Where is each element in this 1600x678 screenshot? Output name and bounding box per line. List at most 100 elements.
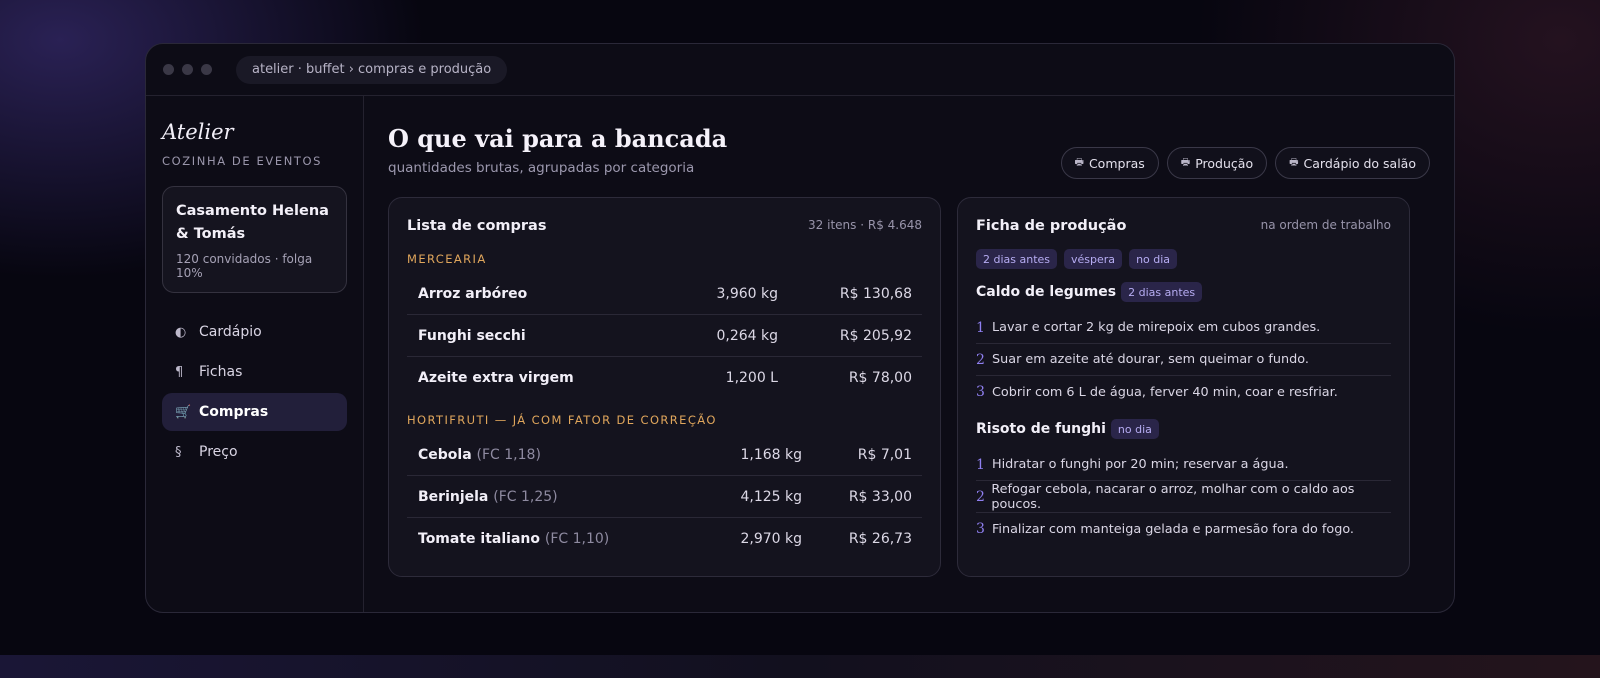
step-text: Cobrir com 6 L de água, ferver 40 min, c… — [992, 384, 1338, 400]
item-price: R$ 205,92 — [839, 327, 912, 344]
button-label: Cardápio do salão — [1303, 155, 1416, 171]
sidebar-nav: ◐ Cardápio ¶ Fichas 🛒 Compras § Preço — [162, 313, 347, 471]
recipe-steps: 1 Hidratar o funghi por 20 min; reservar… — [976, 449, 1391, 545]
production-sheet-title: Ficha de produção — [976, 218, 1127, 234]
recipe-name: Caldo de legumes — [976, 284, 1117, 300]
shopping-list-title: Lista de compras — [407, 218, 547, 234]
correction-factor: (FC 1,18) — [476, 446, 541, 463]
table-row[interactable]: Arroz arbóreo 3,960 kg R$ 130,68 — [407, 273, 922, 315]
event-name: Casamento Helena & Tomás — [176, 203, 329, 242]
item-name: Cebola (FC 1,18) — [418, 446, 541, 463]
item-quantity: 3,960 kg — [716, 285, 778, 302]
step-text: Refogar cebola, nacarar o arroz, molhar … — [991, 481, 1355, 512]
recipe-heading: Risoto de funghi no dia — [976, 418, 1391, 440]
item-price: R$ 78,00 — [848, 370, 912, 386]
category-items: Cebola (FC 1,18) 1,168 kg R$ 7,01 Berinj… — [407, 434, 922, 560]
print-producao-button[interactable]: 🖶 Produção — [1166, 147, 1268, 179]
recipe-steps: 1 Lavar e cortar 2 kg de mirepoix em cub… — [976, 312, 1391, 408]
recipe-heading: Caldo de legumes 2 dias antes — [976, 281, 1391, 303]
list-item: 2 Refogar cebola, nacarar o arroz, molha… — [976, 481, 1391, 513]
item-quantity: 4,125 kg — [740, 488, 802, 505]
event-meta: 120 convidados · folga 10% — [176, 252, 313, 280]
sidebar-item-label: Fichas — [199, 364, 243, 380]
shopping-list-summary: 32 itens · R$ 4.648 — [808, 218, 922, 232]
main-content: O que vai para a bancada quantidades bru… — [364, 96, 1454, 612]
printer-icon: 🖶 — [1289, 156, 1299, 168]
app-subtitle: COZINHA DE EVENTOS — [162, 154, 323, 168]
step-number: 1 — [976, 319, 985, 336]
step-number: 2 — [976, 351, 985, 368]
sidebar-item-fichas[interactable]: ¶ Fichas — [162, 353, 347, 391]
timing-tag: no dia — [1129, 249, 1178, 269]
step-number: 3 — [976, 521, 985, 537]
item-price: R$ 7,01 — [857, 446, 912, 463]
step-number: 2 — [976, 488, 985, 505]
recipe-block: Risoto de funghi no dia 1 Hidratar o fun… — [976, 418, 1391, 545]
breadcrumb: atelier · buffet › compras e produção — [236, 55, 508, 84]
sidebar-item-compras[interactable]: 🛒 Compras — [162, 393, 347, 431]
correction-factor: (FC 1,25) — [493, 488, 558, 505]
table-row[interactable]: Cebola (FC 1,18) 1,168 kg R$ 7,01 — [407, 434, 922, 476]
titlebar: atelier · buffet › compras e produção — [146, 44, 1454, 96]
table-row[interactable]: Funghi secchi 0,264 kg R$ 205,92 — [407, 315, 922, 357]
list-item: 1 Lavar e cortar 2 kg de mirepoix em cub… — [976, 312, 1391, 344]
sidebar-item-label: Cardápio — [199, 324, 262, 340]
printer-icon: 🖶 — [1074, 156, 1084, 168]
event-card[interactable]: Casamento Helena & Tomás 120 convidados … — [162, 186, 347, 293]
cart-icon: 🛒 — [175, 404, 192, 420]
step-text: Hidratar o funghi por 20 min; reservar a… — [992, 457, 1289, 472]
item-name: Berinjela (FC 1,25) — [418, 488, 558, 505]
app-window: atelier · buffet › compras e produção At… — [145, 43, 1455, 613]
item-quantity: 1,168 kg — [740, 446, 802, 463]
item-quantity: 0,264 kg — [716, 327, 778, 344]
table-row[interactable]: Tomate italiano (FC 1,10) 2,970 kg R$ 26… — [407, 518, 922, 560]
recipe-name: Risoto de funghi — [976, 421, 1106, 437]
sidebar-item-cardapio[interactable]: ◐ Cardápio — [162, 313, 347, 351]
page-subtitle: quantidades brutas, agrupadas por catego… — [388, 160, 695, 176]
table-row[interactable]: Azeite extra virgem 1,200 L R$ 78,00 — [407, 357, 922, 399]
window-minimize-dot[interactable] — [182, 64, 193, 75]
category-heading: HORTIFRUTI — JÁ COM FATOR DE CORREÇÃO — [407, 413, 717, 427]
timing-tag: véspera — [1064, 249, 1123, 269]
background-strip — [0, 655, 1600, 678]
timing-legend: 2 dias antes véspera no dia — [976, 249, 1178, 269]
item-name: Arroz arbóreo — [418, 285, 528, 302]
list-item: 2 Suar em azeite até dourar, sem queimar… — [976, 344, 1391, 376]
category-heading: MERCEARIA — [407, 252, 487, 266]
item-name: Azeite extra virgem — [418, 370, 574, 386]
section-sign-icon: § — [175, 444, 182, 460]
print-cardapio-salao-button[interactable]: 🖶 Cardápio do salão — [1275, 147, 1430, 179]
window-close-dot[interactable] — [163, 64, 174, 75]
step-text: Finalizar com manteiga gelada e parmesão… — [992, 521, 1354, 537]
step-number: 1 — [976, 456, 985, 473]
item-quantity: 2,970 kg — [740, 531, 802, 547]
window-maximize-dot[interactable] — [201, 64, 212, 75]
printer-icon: 🖶 — [1180, 156, 1191, 168]
list-item: 3 Cobrir com 6 L de água, ferver 40 min,… — [976, 376, 1391, 408]
page-title: O que vai para a bancada — [388, 124, 728, 153]
shopping-list-card: Lista de compras 32 itens · R$ 4.648 MER… — [388, 197, 941, 577]
timing-tag: 2 dias antes — [1121, 282, 1203, 302]
item-name: Funghi secchi — [418, 327, 526, 344]
category-items: Arroz arbóreo 3,960 kg R$ 130,68 Funghi … — [407, 273, 922, 399]
item-name: Tomate italiano (FC 1,10) — [418, 531, 610, 547]
item-quantity: 1,200 L — [725, 370, 778, 386]
sidebar-item-preco[interactable]: § Preço — [162, 433, 347, 471]
sidebar-item-label: Compras — [199, 404, 269, 420]
print-compras-button[interactable]: 🖶 Compras — [1060, 147, 1159, 179]
sidebar: Atelier COZINHA DE EVENTOS Casamento Hel… — [146, 96, 364, 612]
step-text: Suar em azeite até dourar, sem queimar o… — [992, 352, 1309, 367]
table-row[interactable]: Berinjela (FC 1,25) 4,125 kg R$ 33,00 — [407, 476, 922, 518]
timing-tag: no dia — [1110, 419, 1159, 439]
item-price: R$ 33,00 — [848, 488, 912, 505]
correction-factor: (FC 1,10) — [544, 531, 610, 547]
item-price: R$ 130,68 — [839, 285, 912, 302]
sidebar-item-label: Preço — [199, 444, 238, 460]
button-label: Produção — [1195, 155, 1254, 171]
step-text: Lavar e cortar 2 kg de mirepoix em cubos… — [992, 320, 1321, 335]
app-logo: Atelier — [162, 120, 234, 144]
button-label: Compras — [1088, 155, 1145, 171]
list-item: 1 Hidratar o funghi por 20 min; reservar… — [976, 449, 1391, 481]
print-actions: 🖶 Compras 🖶 Produção 🖶 Cardápio do salão — [1060, 147, 1430, 179]
item-price: R$ 26,73 — [848, 531, 912, 547]
